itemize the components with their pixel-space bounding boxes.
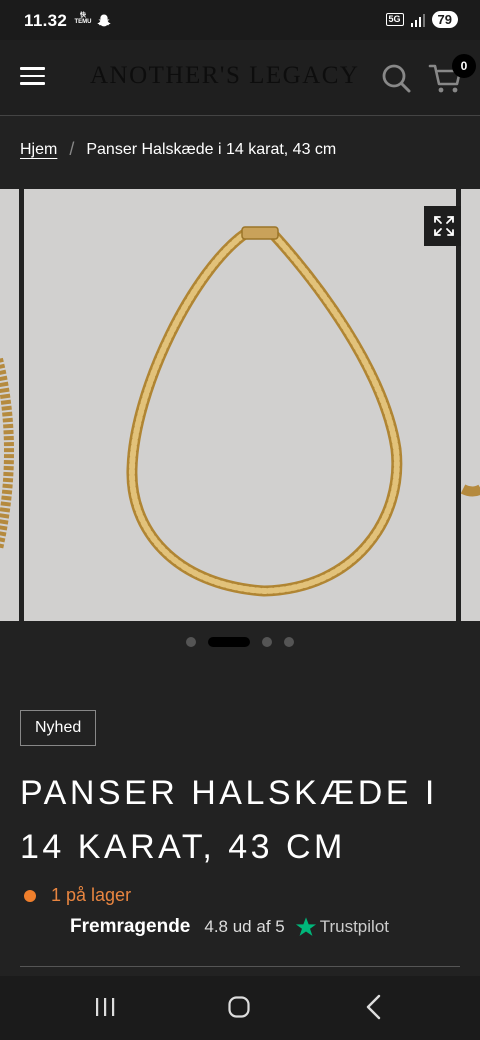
breadcrumb-current: Panser Halskæde i 14 karat, 43 cm bbox=[86, 140, 337, 158]
search-icon[interactable] bbox=[380, 62, 412, 94]
necklace-thumb-image bbox=[460, 484, 480, 497]
trustpilot-rating[interactable]: Fremragende 4.8 ud af 5 Trustpilot bbox=[70, 916, 389, 938]
network-5g-icon: 5G bbox=[385, 13, 404, 26]
product-title: PANSER HALSKÆDE I 14 KARAT, 43 CM bbox=[20, 774, 438, 866]
stock-indicator-dot bbox=[24, 889, 36, 902]
gallery-dot-active[interactable] bbox=[208, 637, 250, 647]
battery-icon: 79 bbox=[431, 11, 458, 28]
temu-line2: TEMU bbox=[74, 19, 92, 25]
stock-text: 1 på lager bbox=[51, 885, 132, 905]
home-icon[interactable] bbox=[227, 995, 251, 1019]
signal-icon bbox=[410, 13, 425, 27]
status-time: 11.32 bbox=[24, 11, 68, 30]
temu-notification-icon: 快 TEMU bbox=[74, 13, 92, 25]
gallery-slide-active[interactable] bbox=[24, 189, 464, 621]
gallery-pagination bbox=[0, 636, 480, 648]
menu-icon[interactable] bbox=[20, 67, 45, 85]
breadcrumb: Hjem / Panser Halskæde i 14 karat, 43 cm bbox=[20, 139, 336, 160]
necklace-product-image bbox=[126, 226, 403, 597]
site-header: ANOTHER'S LEGACY bbox=[0, 40, 480, 116]
gallery-dot[interactable] bbox=[262, 637, 272, 647]
gallery-dot[interactable] bbox=[186, 637, 196, 647]
gallery-dot[interactable] bbox=[284, 637, 294, 647]
brand-logo[interactable]: ANOTHER'S LEGACY bbox=[90, 62, 359, 90]
expand-icon bbox=[434, 216, 454, 236]
recent-apps-icon[interactable] bbox=[94, 996, 116, 1018]
fullscreen-button[interactable] bbox=[424, 206, 464, 246]
new-badge: Nyhed bbox=[20, 710, 97, 746]
breadcrumb-separator: / bbox=[69, 139, 75, 159]
trustpilot-label: Fremragende bbox=[70, 916, 191, 937]
section-divider bbox=[20, 966, 460, 967]
trustpilot-star-icon bbox=[295, 917, 316, 936]
system-nav-bar bbox=[0, 976, 480, 1040]
gallery-slide-previous[interactable] bbox=[0, 189, 19, 621]
trustpilot-score: 4.8 ud af 5 bbox=[204, 917, 285, 936]
necklace-thumb-image bbox=[0, 357, 14, 551]
back-icon[interactable] bbox=[364, 994, 384, 1020]
trustpilot-brand: Trustpilot bbox=[319, 917, 389, 936]
product-gallery[interactable] bbox=[0, 189, 480, 621]
breadcrumb-home-link[interactable]: Hjem bbox=[20, 141, 57, 159]
gallery-slide-next[interactable] bbox=[460, 189, 480, 621]
cart-count-badge[interactable]: 0 bbox=[452, 54, 476, 78]
stock-status: 1 på lager bbox=[24, 885, 131, 906]
status-right-group: 5G 79 bbox=[385, 11, 458, 28]
snapchat-icon bbox=[97, 14, 111, 27]
status-bar: 11.32 快 TEMU 5G 79 bbox=[0, 0, 480, 40]
